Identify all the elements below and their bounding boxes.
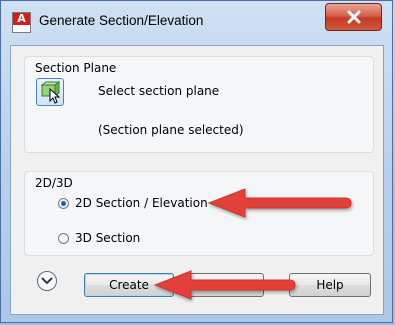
chevron-down-icon	[41, 277, 53, 285]
radio-2d-section-label[interactable]: 2D Section / Elevation	[75, 196, 208, 210]
annotation-arrow-create-button	[153, 270, 296, 300]
annotation-arrow-2d-option	[207, 188, 352, 218]
window-title: Generate Section/Elevation	[39, 13, 204, 28]
mode-group-label: 2D/3D	[35, 176, 73, 190]
section-plane-status: (Section plane selected)	[98, 123, 244, 137]
close-button[interactable]	[325, 3, 382, 31]
select-section-plane-button[interactable]	[36, 78, 64, 106]
select-section-plane-label: Select section plane	[98, 84, 220, 98]
dialog-window: A Generate Section/Elevation Section Pla…	[0, 0, 393, 323]
help-button[interactable]: Help	[289, 273, 371, 297]
radio-selected-dot	[61, 201, 66, 206]
app-icon-letter: A	[17, 12, 26, 25]
autocad-app-icon: A	[12, 12, 31, 33]
radio-3d-section[interactable]	[58, 233, 69, 244]
section-plane-group: Section Plane	[24, 56, 374, 153]
close-x-icon	[347, 10, 360, 24]
title-bar[interactable]: A Generate Section/Elevation	[1, 1, 394, 45]
radio-3d-section-label[interactable]: 3D Section	[75, 231, 140, 245]
section-plane-group-label: Section Plane	[35, 61, 117, 75]
select-plane-icon	[40, 81, 61, 104]
expand-options-button[interactable]	[37, 271, 57, 291]
radio-2d-section[interactable]	[58, 198, 69, 209]
